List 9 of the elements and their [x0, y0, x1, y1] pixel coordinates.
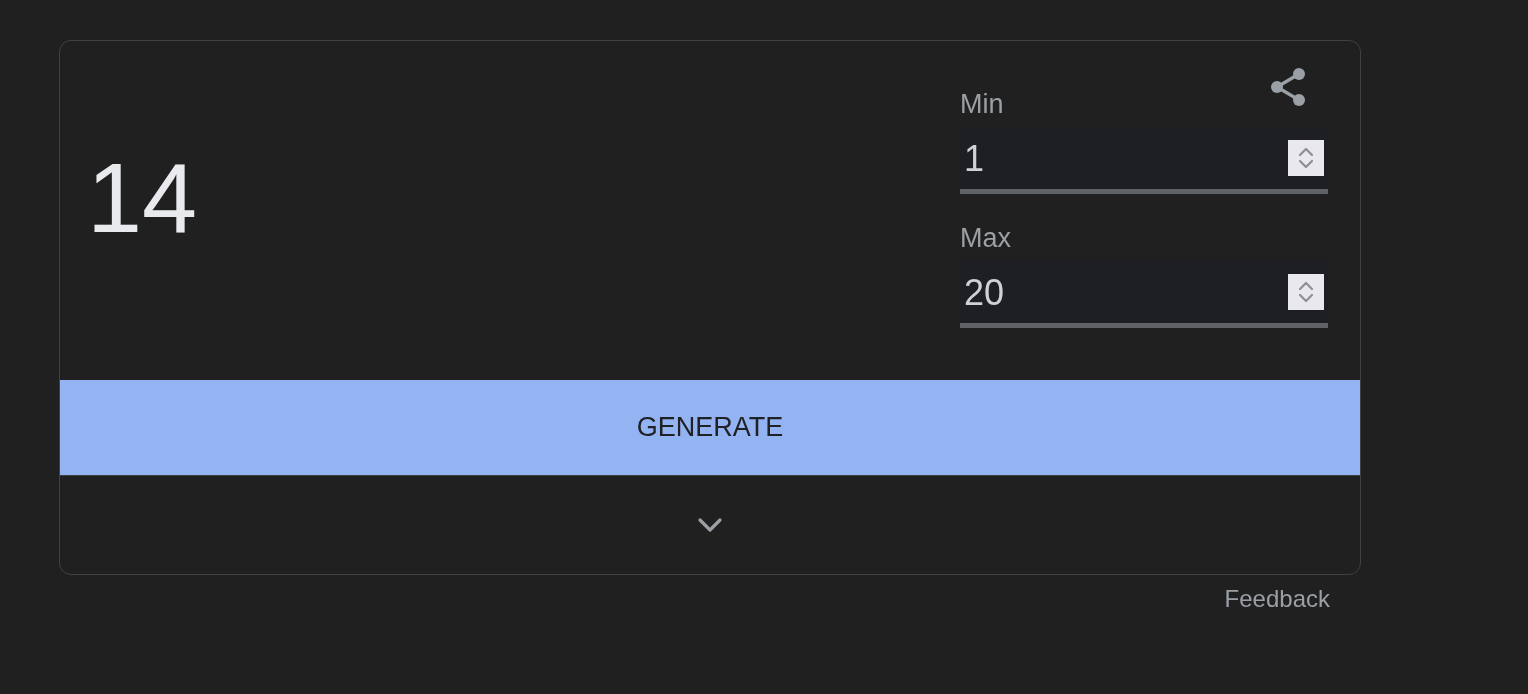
up-down-chevron-icon: [1298, 280, 1314, 304]
share-icon[interactable]: [1270, 67, 1306, 107]
field-label: Min: [960, 89, 1004, 119]
field-label: Max: [960, 223, 1011, 253]
generate-button[interactable]: GENERATE: [60, 380, 1360, 476]
feedback-link[interactable]: Feedback: [1224, 585, 1330, 613]
result-number: 14: [87, 142, 198, 253]
chevron-down-icon[interactable]: [697, 517, 723, 533]
up-down-chevron-icon: [1298, 146, 1314, 170]
